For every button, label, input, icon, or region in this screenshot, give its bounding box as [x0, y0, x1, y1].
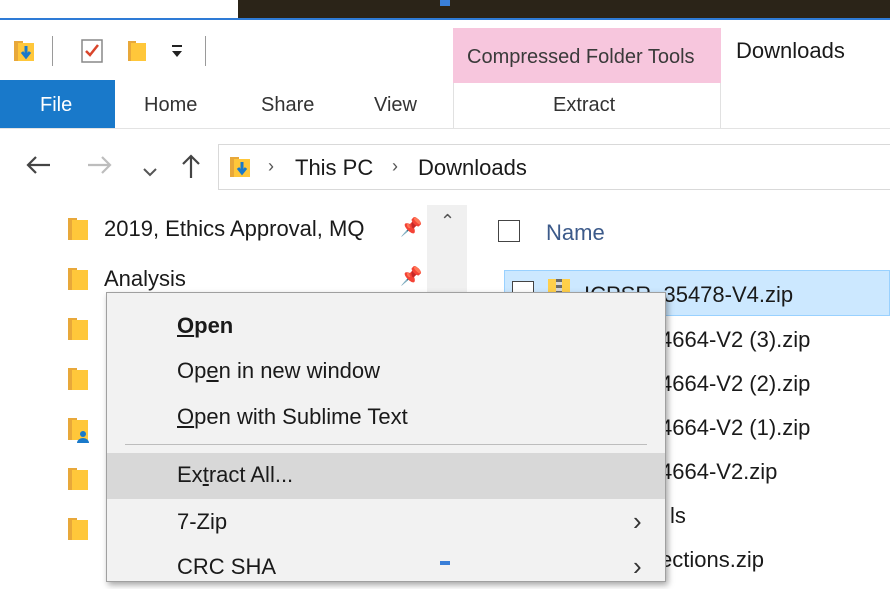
nav-item[interactable] — [68, 362, 98, 402]
right-arrow-icon[interactable] — [86, 152, 114, 185]
tab-file[interactable]: File — [0, 80, 115, 128]
file-name[interactable]: ls — [670, 503, 686, 529]
nav-item[interactable] — [68, 412, 98, 452]
menu-item-label: 7-Zip — [177, 509, 228, 534]
up-arrow-icon[interactable] — [178, 152, 204, 187]
qat-downloads-icon[interactable] — [12, 38, 38, 64]
context-group-header: Compressed Folder Tools — [453, 28, 721, 83]
nav-item[interactable]: 2019, Ethics Approval, MQ — [68, 212, 428, 252]
folder-icon — [68, 218, 88, 240]
menu-separator — [125, 444, 647, 445]
pin-icon[interactable]: 📌 — [400, 266, 422, 287]
context-menu: Open Open in new window Open with Sublim… — [106, 292, 666, 582]
pin-icon[interactable]: 📌 — [400, 217, 422, 238]
qat-properties-icon[interactable] — [80, 38, 104, 64]
menu-item-extract-all[interactable]: Extract All... — [107, 453, 665, 499]
tab-divider — [453, 83, 454, 128]
tab-home[interactable]: Home — [144, 94, 197, 117]
menu-item-open-with-sublime[interactable]: Open with Sublime Text — [107, 395, 665, 439]
folder-icon — [68, 518, 88, 540]
left-arrow-icon[interactable] — [24, 152, 52, 185]
menu-item-label: Extract All... — [177, 462, 294, 487]
menu-item-label: Open with Sublime Text — [177, 404, 408, 429]
desktop-background — [238, 0, 890, 18]
nav-item-label: 2019, Ethics Approval, MQ — [104, 216, 365, 241]
window-top-strip — [0, 0, 890, 20]
window-border — [0, 18, 890, 20]
user-icon — [77, 431, 89, 443]
menu-item-label: Open — [177, 313, 234, 338]
menu-item-7zip[interactable]: 7-Zip › — [107, 500, 665, 544]
nav-item[interactable] — [68, 462, 98, 502]
chevron-down-icon[interactable] — [142, 158, 158, 186]
breadcrumb-this-pc[interactable]: This PC — [295, 155, 373, 181]
menu-item-label: Open in new window — [177, 358, 381, 383]
qat-separator — [52, 36, 53, 66]
breadcrumb-downloads[interactable]: Downloads — [418, 155, 527, 181]
taskbar-marker — [440, 561, 450, 565]
downloads-folder-icon — [228, 154, 254, 180]
context-group-label: Compressed Folder Tools — [467, 46, 695, 68]
tab-file-label: File — [40, 94, 73, 116]
folder-icon — [68, 318, 88, 340]
chevron-right-icon: › — [633, 506, 642, 536]
folder-icon — [68, 468, 88, 490]
file-name[interactable]: 4664-V2 (3).zip — [660, 327, 810, 353]
chevron-up-icon[interactable]: ⌃ — [440, 211, 455, 232]
menu-item-open-new-window[interactable]: Open in new window — [107, 349, 665, 393]
ribbon-divider — [0, 128, 890, 129]
taskbar-marker — [440, 0, 450, 6]
file-name[interactable]: ections.zip — [660, 547, 764, 573]
menu-item-label: CRC SHA — [177, 554, 277, 579]
qat-separator — [205, 36, 206, 66]
tab-share[interactable]: Share — [261, 94, 314, 117]
select-all-checkbox[interactable] — [498, 220, 520, 242]
tab-view[interactable]: View — [374, 94, 417, 117]
column-header-name[interactable]: Name — [546, 220, 605, 246]
tab-divider — [720, 83, 721, 128]
chevron-right-icon: › — [633, 551, 642, 581]
breadcrumb-separator-icon[interactable]: › — [392, 156, 398, 177]
menu-item-open[interactable]: Open — [107, 304, 665, 348]
breadcrumb-separator-icon[interactable]: › — [268, 156, 274, 177]
qat-new-folder-icon[interactable] — [126, 38, 148, 64]
menu-item-crc-sha[interactable]: CRC SHA › — [107, 545, 665, 589]
file-name[interactable]: 4664-V2 (1).zip — [660, 415, 810, 441]
tab-extract[interactable]: Extract — [553, 94, 615, 117]
qat-customize-icon[interactable] — [170, 42, 184, 60]
folder-icon — [68, 368, 88, 390]
file-name[interactable]: 4664-V2 (2).zip — [660, 371, 810, 397]
nav-item-label: Analysis — [104, 266, 186, 291]
folder-icon — [68, 268, 88, 290]
window-title: Downloads — [736, 38, 845, 63]
nav-item[interactable] — [68, 512, 98, 552]
file-name[interactable]: 4664-V2.zip — [660, 459, 777, 485]
nav-item[interactable] — [68, 312, 98, 352]
